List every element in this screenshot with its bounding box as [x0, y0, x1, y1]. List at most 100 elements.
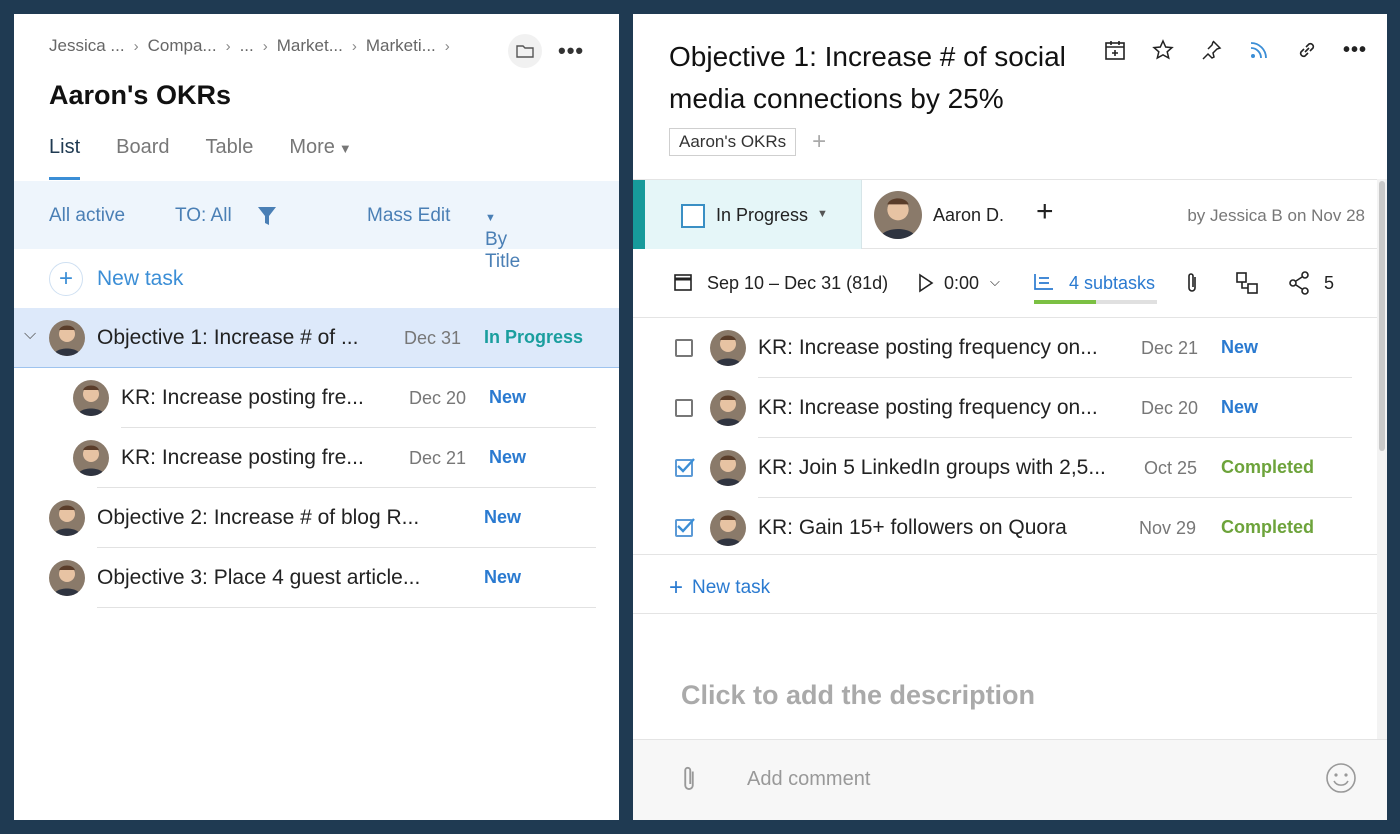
more-options-icon[interactable]: ••• [1338, 36, 1372, 64]
more-options-icon[interactable]: ••• [552, 40, 590, 62]
comment-bar: Add comment [633, 739, 1387, 820]
checkmark-icon [677, 458, 695, 473]
status-bar: In Progress ▼ Aaron D. + by Jessica B on… [633, 179, 1377, 249]
avatar [710, 390, 746, 426]
task-title: Objective 2: Increase # of blog R... [97, 506, 420, 529]
subtasks-icon [1033, 272, 1055, 297]
task-due-date: Dec 21 [409, 448, 467, 468]
chevron-down-icon[interactable]: ⌵ [990, 274, 1000, 290]
folder-button[interactable] [508, 34, 542, 68]
breadcrumb-item[interactable]: Marketi... [366, 36, 436, 56]
caret-down-icon: ▼ [485, 212, 496, 224]
rss-follow-icon[interactable] [1242, 36, 1276, 64]
task-detail-panel: Objective 1: Increase # of social media … [633, 14, 1387, 820]
subtask-status: New [1221, 397, 1259, 417]
subtask-title: KR: Increase posting frequency on... [758, 396, 1098, 419]
task-row[interactable]: KR: Increase posting fre... Dec 20 New [14, 368, 619, 428]
page-title: Aaron's OKRs [49, 80, 231, 110]
sort-label: By Title [485, 229, 521, 272]
avatar [49, 320, 85, 356]
breadcrumb-item[interactable]: Compa... [148, 36, 217, 56]
plus-icon: + [669, 574, 684, 601]
comment-input[interactable]: Add comment [747, 768, 870, 791]
tab-table[interactable]: Table [206, 136, 254, 180]
avatar [710, 450, 746, 486]
add-assignee-icon[interactable]: + [1036, 195, 1054, 229]
breadcrumb-item[interactable]: ... [240, 36, 254, 56]
task-title: KR: Increase posting fre... [121, 386, 364, 409]
view-tabs: List Board Table More ▼ [49, 136, 388, 180]
attachment-icon[interactable] [1184, 271, 1200, 300]
attachment-icon[interactable] [679, 764, 699, 799]
caret-down-icon: ▼ [817, 208, 828, 220]
task-actions: ••• [1098, 36, 1372, 64]
status-dropdown[interactable]: In Progress ▼ [633, 180, 862, 249]
task-list-panel: Jessica ... › Compa... › ... › Market... › M… [14, 14, 619, 820]
share-icon[interactable] [1288, 271, 1310, 300]
task-title: Objective 3: Place 4 guest article... [97, 566, 421, 589]
filter-icon[interactable] [257, 205, 277, 233]
subtask-checkbox[interactable] [675, 458, 695, 477]
pin-icon[interactable] [1194, 36, 1228, 64]
folder-tag[interactable]: Aaron's OKRs [669, 128, 797, 156]
breadcrumb-item[interactable]: Jessica ... [49, 36, 125, 56]
subtask-row[interactable]: KR: Join 5 LinkedIn groups with 2,5... O… [633, 438, 1377, 498]
status-label: In Progress [716, 205, 809, 225]
link-icon[interactable] [1290, 36, 1324, 64]
avatar [73, 440, 109, 476]
tab-board[interactable]: Board [116, 136, 169, 180]
add-subtask-button[interactable]: + New task [669, 574, 770, 602]
task-title: KR: Increase posting fre... [121, 446, 364, 469]
new-task-label: New task [97, 267, 184, 290]
task-row[interactable]: ⌵ Objective 1: Increase # of ... Dec 31 … [14, 308, 619, 368]
subtask-status: New [1221, 337, 1259, 357]
emoji-icon[interactable] [1325, 762, 1357, 799]
new-task-button[interactable]: + New task [49, 262, 183, 296]
subtask-row[interactable]: KR: Gain 15+ followers on Quora Nov 29 C… [633, 498, 1377, 558]
chevron-right-icon: › [225, 37, 231, 55]
subtask-row[interactable]: KR: Increase posting frequency on... Dec… [633, 378, 1377, 438]
chevron-right-icon: › [262, 37, 268, 55]
tab-more[interactable]: More ▼ [289, 136, 351, 180]
task-due-date: Dec 31 [404, 328, 462, 348]
sort-by-button[interactable]: By Title ▼ [485, 205, 520, 272]
subtask-row[interactable]: KR: Increase posting frequency on... Dec… [633, 318, 1377, 378]
time-tracker[interactable]: 0:00 [944, 273, 979, 294]
subtasks-link[interactable]: 4 subtasks [1069, 273, 1155, 294]
subtask-checkbox[interactable] [675, 339, 693, 357]
status-checkbox[interactable] [681, 204, 705, 228]
avatar [73, 380, 109, 416]
date-range[interactable]: Sep 10 – Dec 31 (81d) [707, 273, 888, 294]
add-subtask-label: New task [692, 577, 771, 598]
assignee-filter[interactable]: TO: All [175, 205, 232, 227]
assignee-avatar[interactable] [874, 191, 922, 239]
chevron-down-icon[interactable]: ⌵ [24, 326, 36, 344]
scrollbar-thumb[interactable] [1379, 181, 1385, 451]
tab-label: More [289, 136, 335, 158]
all-active-filter[interactable]: All active [49, 205, 125, 227]
subtask-checkbox[interactable] [675, 399, 693, 417]
subtask-checkbox[interactable] [675, 518, 695, 537]
calendar-add-icon[interactable] [1098, 36, 1132, 64]
task-title: Objective 1: Increase # of ... [97, 326, 359, 349]
assignee-name[interactable]: Aaron D. [933, 205, 1004, 226]
tab-list[interactable]: List [49, 136, 81, 180]
task-row[interactable]: KR: Increase posting fre... Dec 21 New [14, 428, 619, 488]
subtask-date: Dec 21 [1141, 338, 1199, 358]
tab-label: Board [116, 136, 170, 158]
task-row[interactable]: Objective 2: Increase # of blog R... New [14, 488, 619, 548]
chevron-right-icon: › [444, 37, 450, 55]
subtask-title: KR: Increase posting frequency on... [758, 336, 1098, 359]
mass-edit-button[interactable]: Mass Edit [367, 205, 450, 227]
add-tag-icon[interactable]: + [812, 128, 826, 156]
task-row[interactable]: Objective 3: Place 4 guest article... Ne… [14, 548, 619, 608]
star-icon[interactable] [1146, 36, 1180, 64]
play-icon[interactable] [917, 273, 935, 298]
description-placeholder[interactable]: Click to add the description [681, 680, 1035, 711]
filter-toolbar: All active TO: All Mass Edit By Title ▼ [14, 181, 619, 272]
dependencies-icon[interactable] [1235, 271, 1259, 300]
task-due-date: Dec 20 [409, 388, 467, 408]
breadcrumb-item[interactable]: Market... [277, 36, 343, 56]
task-detail-title[interactable]: Objective 1: Increase # of social media … [669, 36, 1089, 120]
scrollbar[interactable] [1377, 179, 1387, 739]
